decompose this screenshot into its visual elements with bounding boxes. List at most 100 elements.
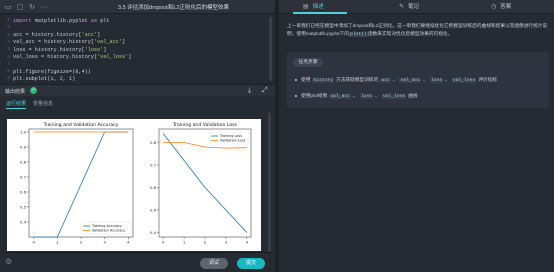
legend-label: Validation Loss [220, 139, 245, 143]
series-line-training-accuracy [33, 131, 129, 238]
plot-frame [158, 128, 252, 238]
series-line-training-loss [162, 133, 248, 233]
x-tick-label: 2 [204, 240, 207, 245]
line-number: 1 [7, 18, 10, 23]
inline-code: acc [380, 78, 391, 83]
plot-output: Training and Validation Accuracy 0 1 2 3 4 0.4… [7, 119, 261, 251]
refresh-icon[interactable]: ↻ [28, 3, 36, 11]
legend-label: Training Accuracy [91, 224, 122, 228]
y-tick-label: 0.4 [150, 230, 157, 235]
code-line: acc = history.history['acc'] [13, 32, 101, 39]
editor-toolbar: ▭ ▢ ↻ ⋯ 3.5 评估添加dropout和L2正则化后的模型效果 [0, 0, 275, 14]
active-tab-indicator [293, 12, 347, 14]
chart-figure: Training and Validation Accuracy 0 1 2 3 4 0.4… [20, 122, 252, 245]
output-scrollbar[interactable] [268, 112, 271, 252]
editor-panel: ▭ ▢ ↻ ⋯ 3.5 评估添加dropout和L2正则化后的模型效果 1 imp… [0, 0, 275, 272]
y-tick-label: 0.7 [20, 174, 27, 179]
code-line: val_loss = history.history['val_loss'] [13, 54, 132, 60]
y-tick-label: 0.6 [150, 185, 157, 190]
plot-frame [28, 128, 134, 238]
app-root: ▭ ▢ ↻ ⋯ 3.5 评估添加dropout和L2正则化后的模型效果 1 imp… [0, 0, 554, 272]
step-text: 曲线 [408, 93, 418, 98]
step-text: 、 [353, 93, 358, 98]
y-tick-label: 0.4 [20, 219, 27, 224]
inline-code: val_loss [381, 94, 407, 99]
y-tick-label: 0.5 [150, 207, 157, 212]
x-tick-label: 1 [183, 240, 186, 245]
inline-code: val_acc [399, 78, 422, 83]
line-number: 5 [7, 47, 10, 53]
x-tick-label: 0 [33, 240, 36, 245]
settings-icon[interactable]: ⚙ [5, 257, 12, 266]
line-number: 2 [7, 25, 10, 31]
output-header: 输出结果 ✓ ⤓ ⤢ [0, 84, 275, 96]
line-number: 6 [7, 54, 10, 60]
x-tick-label: 4 [246, 240, 249, 245]
line-number: 3 [7, 32, 10, 38]
run-button[interactable]: 调试 [200, 258, 228, 269]
line-number: 9 [7, 76, 10, 82]
notes-icon: ✎ [399, 3, 405, 10]
output-tabs: 运行结果 变量信息 [0, 97, 275, 110]
active-tab-indicator [6, 108, 26, 109]
step-text: 、 [374, 93, 380, 98]
y-tick-label: 0.5 [20, 204, 27, 209]
y-tick-label: 0.8 [150, 140, 157, 145]
tab-run-result[interactable]: 运行结果 [6, 100, 26, 107]
chart-title: Training and Validation Loss [172, 122, 238, 128]
inline-code: history [312, 78, 335, 83]
expand-icon[interactable]: ⤢ [262, 86, 268, 95]
task-step-1: 使用 history 方法获取模型训练的 acc、 val_acc、 loss、 val_l… [295, 77, 497, 83]
step-text: 、 [392, 77, 398, 82]
code-scrollbar[interactable] [269, 17, 272, 81]
exercise-title: 3.5 评估添加dropout和L2正则化后的模型效果 [118, 5, 229, 11]
tab-answer-label: 答案 [500, 4, 512, 10]
instructions-panel: ▤ 描述 ✎ 笔记 ◷ 答案 上一章我们已经在模型中添加了dropout和L2正则化。… [279, 0, 554, 272]
task-step-2: 使用plot绘制 val_acc、 loss、 val_loss 曲线 [295, 93, 418, 99]
inline-code: loss [359, 94, 373, 99]
tab-notes[interactable]: ✎ 笔记 [399, 0, 419, 14]
editor-footer: ⚙ 调试 提交 [0, 252, 275, 272]
y-tick-label: 0.8 [20, 159, 27, 164]
x-tick-label: 4 [127, 240, 130, 245]
inline-code: val_acc [329, 94, 352, 99]
y-tick-label: 0.7 [150, 162, 157, 167]
output-label: 输出结果 [5, 89, 26, 95]
x-tick-label: 3 [103, 240, 106, 245]
submit-button[interactable]: 提交 [237, 258, 265, 269]
code-line: val_acc = history.history['val_acc'] [13, 39, 126, 46]
code-editor[interactable]: 1 import matplotlib.pyplot as plt 2 3 acc = … [0, 15, 275, 84]
x-tick-label: 3 [225, 240, 228, 245]
instruction-tabs: ▤ 描述 ✎ 笔记 ◷ 答案 [279, 0, 554, 14]
file-icon[interactable]: ▭ [4, 3, 12, 11]
bullet-dot [295, 78, 297, 81]
task-steps-box: 任务步骤 使用 history 方法获取模型训练的 acc、 val_acc、 loss、… [287, 52, 549, 108]
step-text: 、 [445, 77, 450, 82]
description-icon: ▤ [303, 3, 309, 10]
inline-code: val_loss [451, 78, 477, 83]
legend-label: Training Loss [219, 134, 242, 138]
task-description: 上一章我们已经在模型中添加了dropout和L2正则化。这一章我们要继续优化它把… [287, 22, 549, 39]
more-icon[interactable]: ⋯ [40, 3, 48, 11]
y-tick-label: 0.9 [20, 144, 27, 149]
line-number: 8 [7, 69, 10, 75]
code-line: loss = history.history['loss'] [13, 46, 107, 53]
x-tick-label: 0 [162, 240, 165, 245]
step-text: 使用plot绘制 [301, 93, 328, 98]
tab-variables[interactable]: 变量信息 [33, 100, 53, 107]
bullet-dot [295, 94, 297, 97]
description-code-plot: plot() [349, 32, 368, 37]
monitor-icon[interactable]: ▢ [16, 3, 24, 11]
description-text-2: 函数来实现对优化后模型效果的可视化。 [367, 31, 453, 36]
download-icon[interactable]: ⤓ [248, 86, 251, 95]
tab-description-label: 描述 [312, 4, 324, 10]
step-text: 、 [423, 77, 428, 82]
x-tick-label: 1 [56, 240, 59, 245]
x-tick-label: 2 [80, 240, 83, 245]
tab-notes-label: 笔记 [408, 4, 420, 10]
y-tick-label: 1.0 [20, 129, 27, 134]
tab-answer[interactable]: ◷ 答案 [491, 0, 511, 14]
step-text: 评价指标 [478, 77, 498, 82]
chart-title: Training and Validation Accuracy [43, 122, 119, 128]
code-line: plt.figure(figsize=(8,4)) [13, 68, 91, 75]
